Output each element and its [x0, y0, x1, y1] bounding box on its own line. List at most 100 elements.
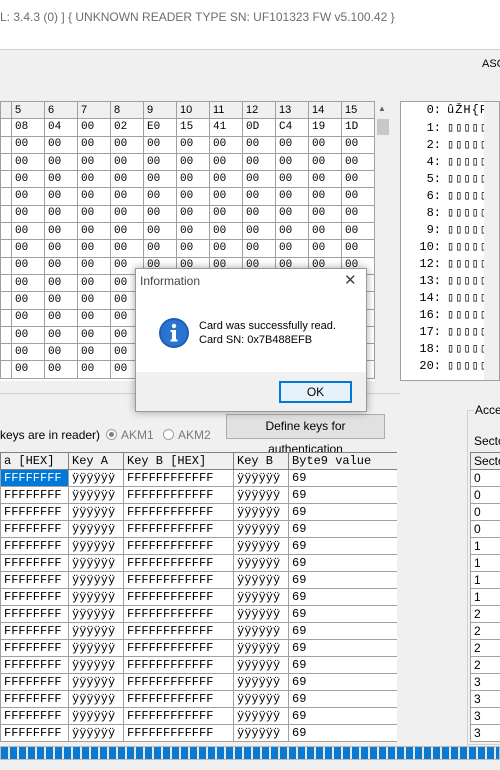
- sector-cell[interactable]: 1: [470, 571, 500, 589]
- hex-cell[interactable]: 00: [110, 222, 144, 241]
- hex-cell[interactable]: 00: [11, 360, 45, 379]
- hex-cell[interactable]: 00: [308, 170, 342, 189]
- sector-column-header[interactable]: Secto: [470, 452, 500, 470]
- key-cell[interactable]: ÿÿÿÿÿÿ: [68, 486, 124, 504]
- keys-column-header[interactable]: Byte9 value: [288, 452, 397, 470]
- key-cell[interactable]: ÿÿÿÿÿÿ: [233, 707, 289, 725]
- hex-cell[interactable]: 00: [143, 187, 177, 206]
- hex-cell[interactable]: 00: [77, 325, 111, 345]
- hex-cell[interactable]: 00: [11, 325, 45, 345]
- hex-cell[interactable]: 00: [44, 308, 78, 327]
- hex-cell[interactable]: 00: [341, 239, 375, 258]
- table-row[interactable]: 2: [470, 605, 500, 623]
- sector-cell[interactable]: 1: [470, 537, 500, 555]
- hex-cell[interactable]: 00: [275, 170, 309, 189]
- hex-cell[interactable]: 00: [242, 135, 276, 154]
- hex-cell[interactable]: 00: [143, 222, 177, 241]
- hex-cell[interactable]: 00: [77, 152, 111, 172]
- hex-cell[interactable]: 00: [44, 256, 78, 275]
- sector-cell[interactable]: 3: [470, 724, 500, 742]
- hex-cell[interactable]: 00: [44, 135, 78, 154]
- hex-cell[interactable]: 00: [11, 187, 45, 206]
- table-row[interactable]: FFFFFFFF ÿÿÿÿÿÿ FFFFFFFFFFFF ÿÿÿÿÿÿ 69: [0, 588, 397, 606]
- hex-cell[interactable]: [0, 152, 12, 172]
- key-cell[interactable]: FFFFFFFF: [0, 537, 69, 555]
- key-cell[interactable]: 69: [288, 503, 397, 521]
- key-cell[interactable]: FFFFFFFFFFFF: [123, 673, 234, 691]
- key-cell[interactable]: ÿÿÿÿÿÿ: [68, 571, 124, 589]
- hex-cell[interactable]: 00: [176, 170, 210, 189]
- ascii-scrollbar[interactable]: [484, 102, 499, 380]
- key-cell[interactable]: ÿÿÿÿÿÿ: [68, 520, 124, 538]
- key-cell[interactable]: 69: [288, 690, 397, 708]
- key-cell[interactable]: FFFFFFFF: [0, 520, 69, 538]
- hex-cell[interactable]: 00: [242, 239, 276, 258]
- keys-table[interactable]: a [HEX] Key A Key B [HEX] Key B Byte9 value …: [0, 452, 397, 742]
- hex-cell[interactable]: 00: [176, 204, 210, 224]
- hex-cell[interactable]: 00: [77, 187, 111, 206]
- key-cell[interactable]: FFFFFFFFFFFF: [123, 520, 234, 538]
- hex-cell[interactable]: 00: [44, 187, 78, 206]
- key-cell[interactable]: ÿÿÿÿÿÿ: [233, 537, 289, 555]
- hex-cell[interactable]: 00: [11, 308, 45, 327]
- key-cell[interactable]: ÿÿÿÿÿÿ: [68, 503, 124, 521]
- keys-column-header[interactable]: Key B: [233, 452, 289, 470]
- hex-cell[interactable]: 00: [77, 291, 111, 310]
- close-icon[interactable]: ✕: [344, 271, 357, 289]
- akm2-radio[interactable]: AKM2: [163, 428, 211, 442]
- key-cell[interactable]: FFFFFFFFFFFF: [123, 656, 234, 674]
- keys-column-header[interactable]: a [HEX]: [0, 452, 69, 470]
- hex-cell[interactable]: 00: [275, 239, 309, 258]
- key-cell[interactable]: 69: [288, 486, 397, 504]
- hex-cell[interactable]: [0, 343, 12, 362]
- scroll-up-icon[interactable]: ▲: [378, 104, 386, 113]
- key-cell[interactable]: ÿÿÿÿÿÿ: [68, 707, 124, 725]
- hex-cell[interactable]: 00: [77, 360, 111, 379]
- hex-cell[interactable]: 00: [275, 204, 309, 224]
- hex-cell[interactable]: [0, 222, 12, 241]
- key-cell[interactable]: FFFFFFFFFFFF: [123, 622, 234, 640]
- hex-cell[interactable]: 00: [77, 239, 111, 258]
- table-row[interactable]: 0: [470, 469, 500, 487]
- hex-cell[interactable]: [0, 135, 12, 154]
- table-row[interactable]: 1: [470, 537, 500, 555]
- table-row[interactable]: FFFFFFFF ÿÿÿÿÿÿ FFFFFFFFFFFF ÿÿÿÿÿÿ 69: [0, 656, 397, 674]
- hex-cell[interactable]: 00: [341, 204, 375, 224]
- hex-cell[interactable]: 08: [11, 118, 45, 137]
- table-row[interactable]: 3: [470, 724, 500, 742]
- key-cell[interactable]: 69: [288, 724, 397, 742]
- hex-cell[interactable]: 00: [242, 170, 276, 189]
- key-cell[interactable]: 69: [288, 605, 397, 623]
- hex-cell[interactable]: 00: [77, 118, 111, 137]
- define-keys-button[interactable]: Define keys for authentication: [226, 414, 385, 456]
- scroll-thumb[interactable]: [377, 119, 389, 135]
- key-cell[interactable]: ÿÿÿÿÿÿ: [68, 469, 124, 487]
- key-cell[interactable]: ÿÿÿÿÿÿ: [233, 622, 289, 640]
- hex-cell[interactable]: 00: [143, 239, 177, 258]
- hex-cell[interactable]: [0, 170, 12, 189]
- key-cell[interactable]: FFFFFFFF: [0, 673, 69, 691]
- sector-cell[interactable]: 0: [470, 520, 500, 538]
- hex-cell[interactable]: 00: [110, 135, 144, 154]
- key-cell[interactable]: FFFFFFFF: [0, 605, 69, 623]
- key-cell[interactable]: ÿÿÿÿÿÿ: [233, 656, 289, 674]
- table-row[interactable]: FFFFFFFF ÿÿÿÿÿÿ FFFFFFFFFFFF ÿÿÿÿÿÿ 69: [0, 537, 397, 555]
- hex-cell[interactable]: 00: [77, 135, 111, 154]
- hex-cell[interactable]: 0D: [242, 118, 276, 137]
- key-cell[interactable]: 69: [288, 707, 397, 725]
- hex-cell[interactable]: [0, 273, 12, 293]
- hex-cell[interactable]: 00: [275, 135, 309, 154]
- hex-cell[interactable]: 00: [176, 135, 210, 154]
- key-cell[interactable]: ÿÿÿÿÿÿ: [233, 605, 289, 623]
- hex-cell[interactable]: 00: [209, 222, 243, 241]
- hex-cell[interactable]: 00: [11, 273, 45, 293]
- hex-cell[interactable]: 00: [77, 273, 111, 293]
- hex-cell[interactable]: 00: [209, 187, 243, 206]
- table-row[interactable]: 2: [470, 622, 500, 640]
- hex-cell[interactable]: 00: [77, 343, 111, 362]
- keys-column-header[interactable]: Key A: [68, 452, 124, 470]
- hex-cell[interactable]: 00: [341, 222, 375, 241]
- key-cell[interactable]: FFFFFFFFFFFF: [123, 588, 234, 606]
- key-cell[interactable]: ÿÿÿÿÿÿ: [233, 554, 289, 572]
- key-cell[interactable]: ÿÿÿÿÿÿ: [68, 588, 124, 606]
